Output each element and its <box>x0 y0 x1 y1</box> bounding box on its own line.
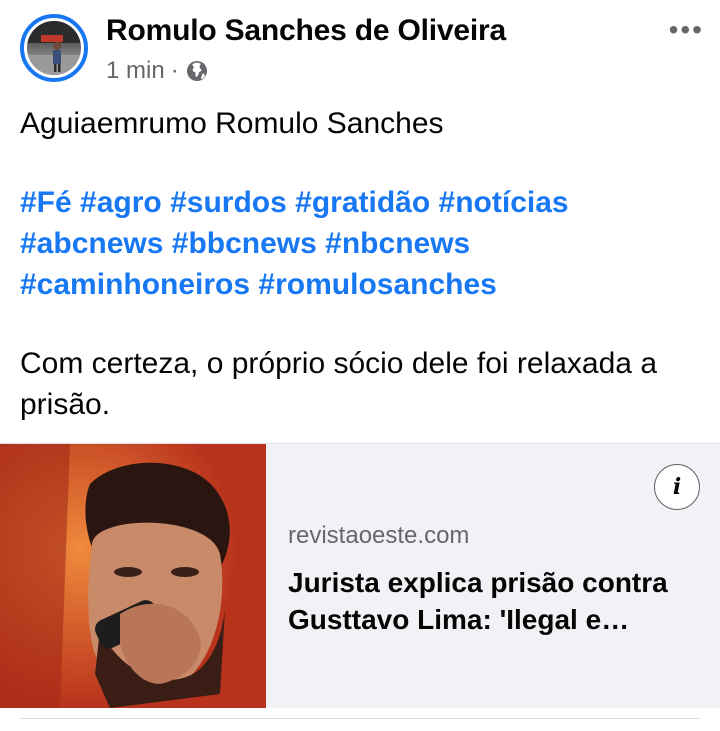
author-name[interactable]: Romulo Sanches de Oliveira <box>106 14 506 48</box>
post-divider <box>20 718 700 719</box>
meta-separator: · <box>170 57 179 84</box>
hashtag-link[interactable]: #Fé <box>20 186 72 219</box>
hashtag-link[interactable]: #romulosanches <box>258 268 496 301</box>
hashtag-link[interactable]: #abcnews <box>20 227 163 260</box>
info-icon[interactable]: i <box>654 464 700 510</box>
post-text: Aguiaemrumo Romulo Sanches #Fé #agro #su… <box>20 104 710 425</box>
hashtag-block: #Fé #agro #surdos #gratidão #notícias #a… <box>20 182 710 305</box>
link-thumbnail <box>0 444 266 708</box>
hashtag-link[interactable]: #caminhoneiros <box>20 268 250 301</box>
hashtag-link[interactable]: #agro <box>80 186 162 219</box>
author-avatar[interactable] <box>20 14 88 82</box>
link-domain: revistaoeste.com <box>288 522 470 549</box>
hashtag-link[interactable]: #notícias <box>439 186 569 219</box>
post-timestamp[interactable]: 1 min <box>106 57 165 85</box>
link-preview-info: i revistaoeste.com Jurista explica prisã… <box>266 444 720 708</box>
hashtag-link[interactable]: #gratidão <box>295 186 430 219</box>
hashtag-link[interactable]: #bbcnews <box>172 227 317 260</box>
post-meta: 1 min · <box>106 57 209 85</box>
link-preview-card[interactable]: i revistaoeste.com Jurista explica prisã… <box>0 443 720 708</box>
avatar-photo <box>27 21 81 75</box>
post-body-text: Com certeza, o próprio sócio dele foi re… <box>20 347 658 421</box>
hashtag-link[interactable]: #nbcnews <box>325 227 470 260</box>
more-options-icon[interactable]: ••• <box>669 14 704 46</box>
link-headline[interactable]: Jurista explica prisão contra Gusttavo L… <box>288 564 698 638</box>
hashtag-link[interactable]: #surdos <box>170 186 287 219</box>
globe-icon[interactable] <box>185 59 209 83</box>
post-text-line: Aguiaemrumo Romulo Sanches <box>20 107 444 140</box>
